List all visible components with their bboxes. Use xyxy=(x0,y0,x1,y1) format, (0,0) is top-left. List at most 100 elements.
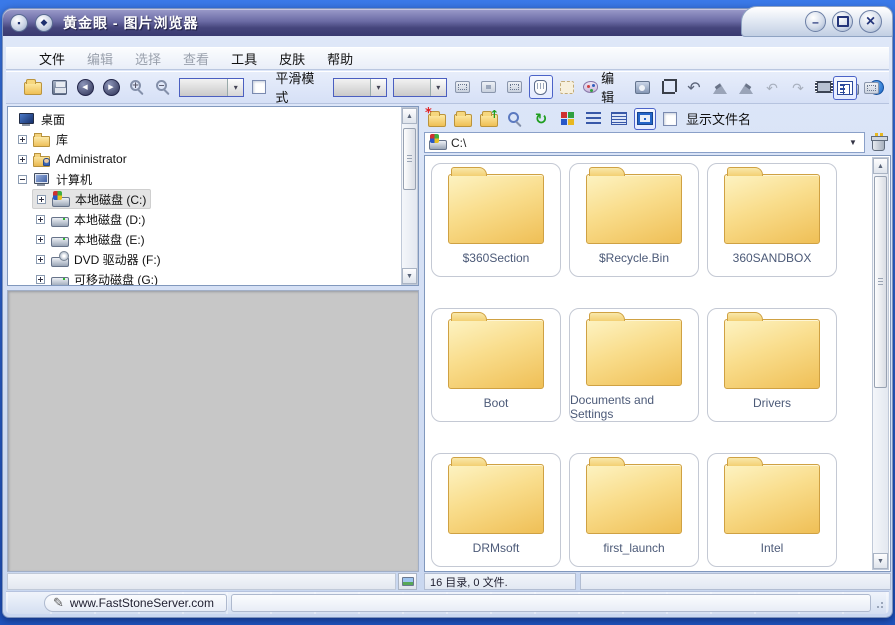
website-panel[interactable]: ✎ www.FastStoneServer.com xyxy=(44,594,227,612)
tree-item[interactable]: 计算机 xyxy=(14,169,96,189)
detailview-icon[interactable] xyxy=(608,108,630,130)
system-menu-icon[interactable]: ▪ xyxy=(10,14,28,32)
tree-item[interactable]: Administrator xyxy=(14,149,131,169)
expand-toggle-icon[interactable] xyxy=(36,275,45,284)
folder-tile[interactable]: Documents and Settings xyxy=(569,308,699,422)
window-title: 黄金眼 - 图片浏览器 xyxy=(63,13,198,33)
save-icon[interactable] xyxy=(47,75,71,99)
expand-toggle-icon[interactable] xyxy=(36,235,45,244)
tree-item[interactable]: 桌面 xyxy=(14,109,69,129)
address-bar[interactable]: C:\ ▼ xyxy=(424,132,865,153)
tree-item[interactable]: 本地磁盘 (C:) xyxy=(32,189,151,209)
dvd-icon xyxy=(51,252,68,267)
scroll-thumb[interactable] xyxy=(874,176,887,388)
maximize-icon[interactable] xyxy=(832,11,853,32)
folder-tile[interactable]: first_launch xyxy=(569,453,699,567)
tree-item[interactable]: 库 xyxy=(14,129,72,149)
rotl-icon[interactable] xyxy=(708,75,732,99)
next-icon[interactable] xyxy=(99,75,123,99)
menu-item[interactable]: 皮肤 xyxy=(268,47,316,70)
tree-item[interactable]: 本地磁盘 (E:) xyxy=(32,229,149,249)
fitwin-icon[interactable] xyxy=(503,75,527,99)
folder-name: Documents and Settings xyxy=(570,393,698,421)
website-link[interactable]: www.FastStoneServer.com xyxy=(70,596,214,610)
listview-icon[interactable] xyxy=(582,108,604,130)
fitimg-icon[interactable] xyxy=(451,75,475,99)
drivewin-icon xyxy=(52,192,69,207)
menu-item[interactable]: 帮助 xyxy=(316,47,364,70)
tree-item[interactable]: DVD 驱动器 (F:) xyxy=(32,249,165,269)
menu-item: 编辑 xyxy=(76,47,124,70)
folder-tile[interactable]: Drivers xyxy=(707,308,837,422)
crop-icon[interactable] xyxy=(656,75,680,99)
thumbview-icon[interactable] xyxy=(634,108,656,130)
scroll-thumb[interactable] xyxy=(403,128,416,190)
open-icon[interactable] xyxy=(21,75,45,99)
colors-icon[interactable] xyxy=(556,108,578,130)
tree-item[interactable]: 可移动磁盘 (G:) xyxy=(32,269,162,286)
undo-icon[interactable] xyxy=(682,75,706,99)
edit-icon[interactable]: 编辑 xyxy=(581,75,628,99)
smooth-option-1-combo[interactable]: ▾ xyxy=(333,78,387,97)
fullscreen-icon[interactable] xyxy=(859,76,883,100)
show-filenames-checkbox[interactable] xyxy=(663,112,677,126)
expand-toggle-icon[interactable] xyxy=(37,195,46,204)
delete-button[interactable] xyxy=(865,131,891,155)
tree-scrollbar[interactable] xyxy=(401,107,418,285)
scroll-up-icon[interactable] xyxy=(873,158,888,174)
newfolder-icon[interactable] xyxy=(426,108,448,130)
menu-item[interactable]: 文件 xyxy=(28,47,76,70)
refresh-icon[interactable] xyxy=(530,108,552,130)
browse-icon[interactable] xyxy=(833,76,857,100)
zoomout-icon[interactable] xyxy=(151,75,175,99)
thumbnail-scrollbar[interactable] xyxy=(872,157,889,570)
resize-grip[interactable] xyxy=(875,598,883,608)
rotr-icon[interactable] xyxy=(734,75,758,99)
expand-toggle-icon[interactable] xyxy=(18,135,27,144)
dropdown-arrow-icon[interactable]: ▾ xyxy=(370,79,386,96)
dropdown-arrow-icon[interactable]: ▼ xyxy=(846,138,860,147)
tree-item[interactable]: 本地磁盘 (D:) xyxy=(32,209,149,229)
horizontal-scrollbar[interactable] xyxy=(7,573,396,590)
smooth-option-2-combo[interactable]: ▾ xyxy=(393,78,447,97)
actual-icon[interactable] xyxy=(477,75,501,99)
tree-item-label: 本地磁盘 (E:) xyxy=(74,231,145,248)
preview-toggle-button[interactable] xyxy=(398,573,417,590)
folder-tile[interactable]: $Recycle.Bin xyxy=(569,163,699,277)
title-bar[interactable]: ▪ ◆ 黄金眼 - 图片浏览器 – × xyxy=(3,9,892,36)
folder-tile[interactable]: DRMsoft xyxy=(431,453,561,567)
hand-icon[interactable] xyxy=(529,75,553,99)
dropdown-arrow-icon[interactable]: ▾ xyxy=(430,79,446,96)
smooth-mode-checkbox[interactable] xyxy=(252,80,266,94)
folder-tile[interactable]: Boot xyxy=(431,308,561,422)
zoom-level-combo[interactable]: ▾ xyxy=(179,78,244,97)
forward-icon[interactable] xyxy=(786,75,810,99)
back-icon[interactable] xyxy=(760,75,784,99)
tree-item-label: Administrator xyxy=(56,152,127,166)
menu-item[interactable]: 工具 xyxy=(220,47,268,70)
expand-toggle-icon[interactable] xyxy=(18,155,27,164)
search-icon[interactable] xyxy=(504,108,526,130)
scroll-up-icon[interactable] xyxy=(402,108,417,124)
expand-toggle-icon[interactable] xyxy=(36,215,45,224)
upfolder-icon[interactable] xyxy=(478,108,500,130)
close-icon[interactable]: × xyxy=(859,10,882,33)
scroll-down-icon[interactable] xyxy=(402,268,417,284)
pin-icon[interactable]: ◆ xyxy=(35,14,53,32)
folder-tile[interactable]: $360Section xyxy=(431,163,561,277)
select-icon[interactable] xyxy=(555,75,579,99)
folder-tile[interactable]: Intel xyxy=(707,453,837,567)
expand-toggle-icon[interactable] xyxy=(18,175,27,184)
prev-icon[interactable] xyxy=(73,75,97,99)
folder-tile[interactable]: 360SANDBOX xyxy=(707,163,837,277)
adjust-icon[interactable] xyxy=(630,75,654,99)
openfolder-icon[interactable] xyxy=(452,108,474,130)
zoomin-icon[interactable] xyxy=(125,75,149,99)
scroll-down-icon[interactable] xyxy=(873,553,888,569)
minimize-icon[interactable]: – xyxy=(805,11,826,32)
expand-toggle-icon[interactable] xyxy=(36,255,45,264)
folder-toolbar: 显示文件名 xyxy=(424,106,891,131)
tree-item-label: 库 xyxy=(56,131,68,148)
drive-icon xyxy=(51,212,68,227)
dropdown-arrow-icon[interactable]: ▾ xyxy=(227,79,243,96)
